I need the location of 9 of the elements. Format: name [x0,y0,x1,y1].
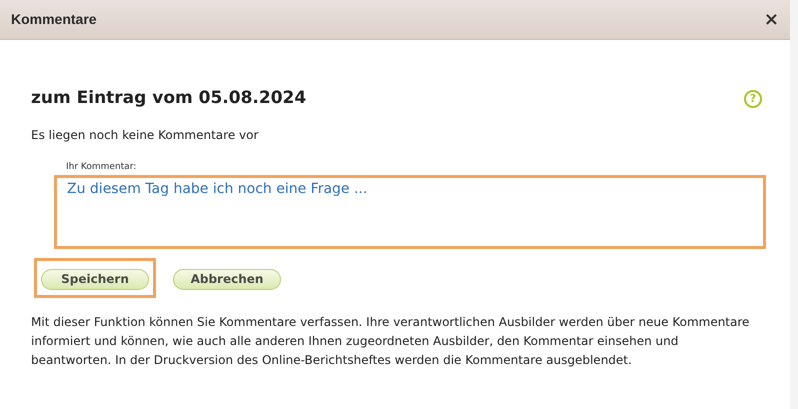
no-comments-text: Es liegen noch keine Kommentare vor [31,126,260,144]
action-button[interactable]: Speichern [41,268,149,290]
entry-heading: zum Eintrag vom 05.08.2024 [31,87,306,110]
close-button[interactable]: × [764,10,779,28]
comment-label: Ihr Kommentar: [66,160,138,174]
comment-field[interactable]: Zu diesem Tag habe ich noch eine Frage ... [54,175,766,249]
action-button[interactable]: Abbrechen [173,268,281,290]
dialog-title: Kommentare [11,10,97,29]
info-paragraph: Mit dieser Funktion können Sie Kommentare verfassen. Ihre verantwortlichen Ausbilder werden über neue Kommentare informiert und können, wie auch alle anderen Ihnen zugeordneten Ausbilder, den Kommentar einsehen und beantworten. In der Druckversion des Online-Berichtsheftes werden die Kommentare ausgeblendet. [31,314,750,369]
